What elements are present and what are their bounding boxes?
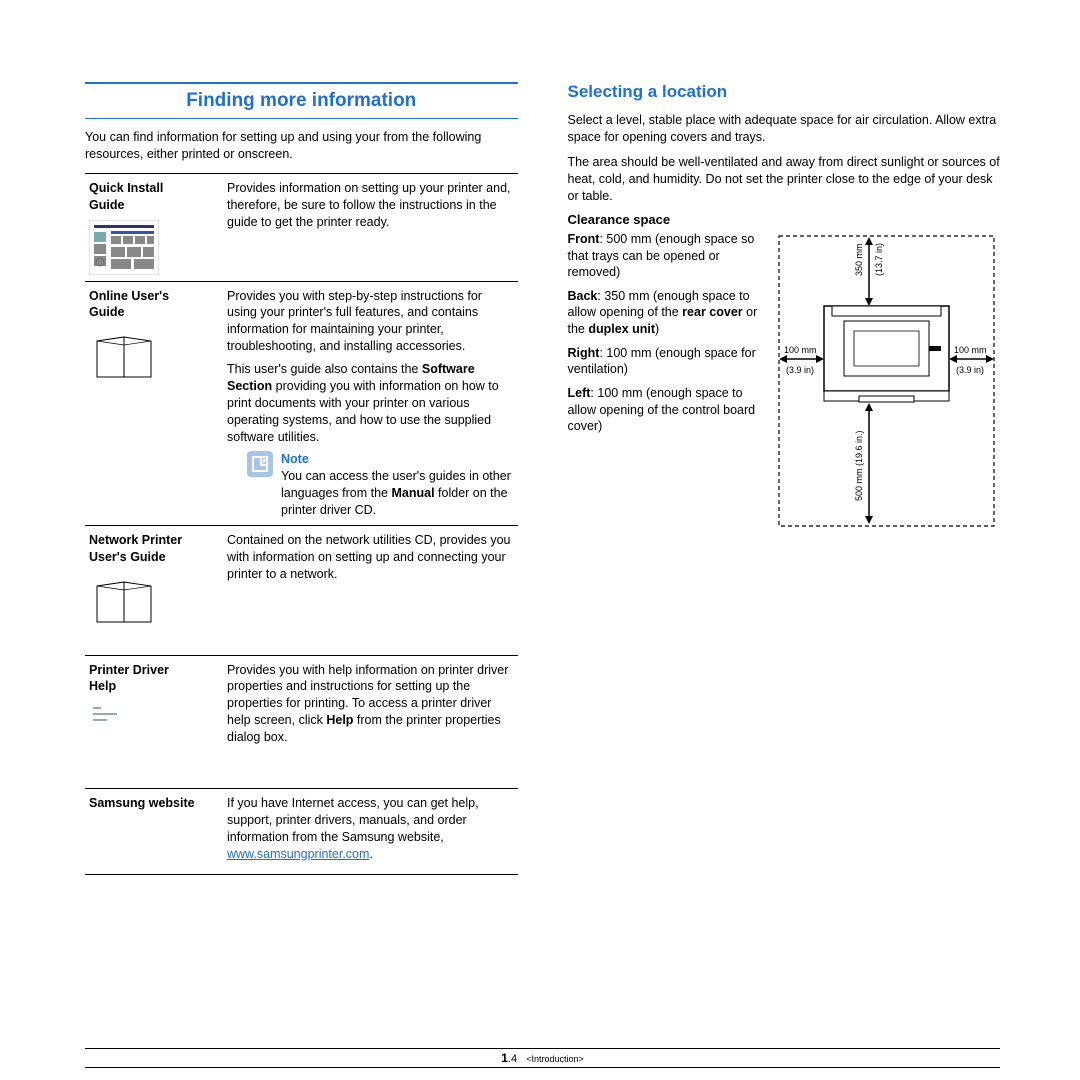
clearance-right: Right: 100 mm (enough space for ventilat…	[568, 345, 758, 378]
svg-text:350 mm: 350 mm	[854, 244, 864, 277]
clearance-diagram: 350 mm (13.7 in) 100 mm (3.9 in) 100 mm …	[774, 231, 1001, 534]
svg-text:(13.7 in): (13.7 in)	[874, 243, 884, 276]
svg-text:(3.9 in): (3.9 in)	[956, 365, 984, 375]
svg-text:500 mm (19.6 in.): 500 mm (19.6 in.)	[854, 431, 864, 502]
lines-icon	[89, 701, 219, 731]
note-title: Note	[281, 452, 309, 466]
book-icon	[89, 327, 219, 382]
book-icon	[89, 572, 219, 627]
row-title: Printer Driver	[89, 663, 169, 677]
row-desc: Provides you with step-by-step instructi…	[227, 288, 514, 356]
location-p1: Select a level, stable place with adequa…	[568, 112, 1001, 146]
info-table: Quick Install Guide	[85, 173, 518, 876]
row-title: Quick Install	[89, 181, 163, 195]
svg-text:100 mm: 100 mm	[784, 345, 817, 355]
clearance-left: Left: 100 mm (enough space to allow open…	[568, 385, 758, 434]
table-row: Online User's Guide Provides you with st…	[85, 281, 518, 525]
row-title: Guide	[89, 305, 124, 319]
clearance-front: Front: 500 mm (enough space so that tray…	[568, 231, 758, 280]
section-title-location: Selecting a location	[568, 82, 1001, 102]
row-desc: Contained on the network utilities CD, p…	[227, 532, 514, 583]
row-title: Online User's	[89, 289, 169, 303]
svg-text:(3.9 in): (3.9 in)	[786, 365, 814, 375]
svg-text:100 mm: 100 mm	[954, 345, 987, 355]
page-footer: 1.4 <Introduction>	[85, 1048, 1000, 1068]
row-title: Help	[89, 679, 116, 693]
row-desc: This user's guide also contains the Soft…	[227, 361, 514, 445]
table-row: Samsung website If you have Internet acc…	[85, 788, 518, 875]
samsung-link[interactable]: www.samsungprinter.com	[227, 847, 369, 861]
row-title: Samsung website	[89, 796, 195, 810]
row-title: User's Guide	[89, 550, 166, 564]
row-title: Network Printer	[89, 533, 182, 547]
section-title-finding: Finding more information	[85, 82, 518, 119]
row-title: Guide	[89, 198, 124, 212]
row-desc: Provides information on setting up your …	[227, 180, 514, 231]
table-row: Printer Driver Help Provides you with he…	[85, 655, 518, 788]
note-block: Note You can access the user's guides in…	[227, 451, 514, 519]
row-desc: If you have Internet access, you can get…	[227, 795, 514, 863]
clearance-back: Back: 350 mm (enough space to allow open…	[568, 288, 758, 337]
intro-text: You can find information for setting up …	[85, 129, 518, 163]
location-p2: The area should be well-ventilated and a…	[568, 154, 1001, 205]
quick-install-thumb-icon	[89, 220, 219, 275]
table-row: Quick Install Guide	[85, 173, 518, 281]
note-icon	[247, 451, 273, 519]
table-row: Network Printer User's Guide Contained o…	[85, 525, 518, 655]
row-desc: Provides you with help information on pr…	[227, 662, 514, 746]
note-text: You can access the user's guides in othe…	[281, 469, 511, 517]
clearance-heading: Clearance space	[568, 212, 1001, 227]
